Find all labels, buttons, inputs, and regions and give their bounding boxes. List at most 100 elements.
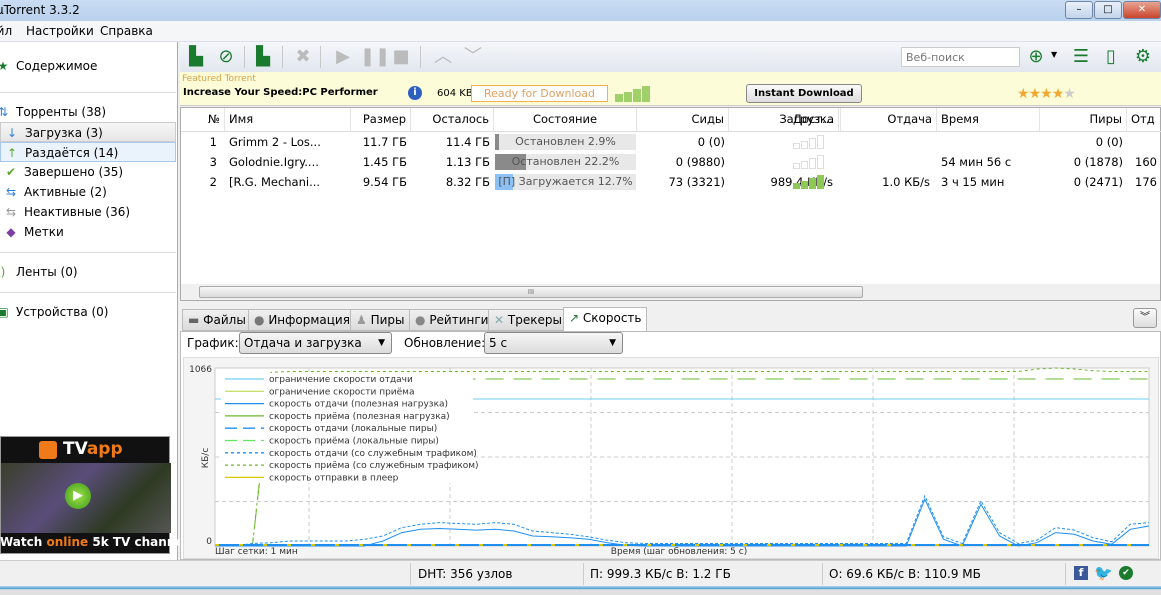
twitter-icon[interactable]: 🐦 bbox=[1094, 564, 1113, 582]
trackers-icon: ✕ bbox=[494, 313, 505, 327]
divider bbox=[410, 563, 411, 585]
tab-speed[interactable]: ↗ Скорость bbox=[563, 307, 648, 331]
column-header[interactable]: Отдача bbox=[841, 108, 937, 131]
start-icon[interactable]: ▶ bbox=[330, 46, 356, 68]
move-down-icon[interactable]: ﹀ bbox=[460, 46, 486, 68]
legend-entry: скорость приёма (локальные пиры) bbox=[269, 437, 439, 447]
info-icon[interactable]: i bbox=[408, 86, 422, 100]
stop-icon[interactable]: ■ bbox=[388, 46, 414, 68]
sidebar-item-torrents[interactable]: ⇅ Торренты (38) bbox=[0, 102, 172, 122]
tab-trackers[interactable]: ✕ Трекеры bbox=[488, 309, 568, 331]
tab-label: Пиры bbox=[370, 313, 405, 327]
column-header[interactable]: Состояние bbox=[494, 108, 637, 131]
sidebar-item-2[interactable]: ✔ Завершено (35) bbox=[0, 162, 176, 182]
close-button[interactable]: ✕ bbox=[1123, 1, 1161, 19]
tab-peers[interactable]: ♟ Пиры bbox=[350, 309, 411, 331]
star-icon: ★ bbox=[1017, 86, 1030, 102]
column-header[interactable]: Пиры bbox=[1040, 108, 1127, 131]
device-icon: ▣ bbox=[0, 305, 9, 319]
tab-ratings[interactable]: ● Рейтинги bbox=[409, 309, 495, 331]
table-row[interactable]: 2 [R.G. Mechani... 9.54 ГБ 8.32 ГБ [П] Загру… bbox=[181, 172, 1161, 192]
table-row[interactable]: 1 Grimm 2 - Los... 11.7 ГБ 11.4 ГБ Остановле… bbox=[181, 132, 1161, 152]
menu-help[interactable]: Справка bbox=[100, 24, 153, 38]
chevron-down-icon[interactable]: ▼ bbox=[1051, 50, 1057, 59]
search-engine-globe-icon[interactable]: ⊕ bbox=[1023, 46, 1049, 68]
state-label: Остановлен 2.9% bbox=[515, 135, 616, 148]
add-torrent-icon[interactable]: ▙ bbox=[183, 46, 209, 68]
tab-files[interactable]: ▬ Файлы bbox=[182, 309, 252, 331]
move-up-icon[interactable]: ︿ bbox=[430, 46, 456, 68]
column-header[interactable]: Размер bbox=[351, 108, 411, 131]
sidebar-item-content[interactable]: ★ Содержимое bbox=[0, 56, 172, 76]
connection-ok-icon[interactable]: ✔ bbox=[1119, 566, 1133, 580]
horizontal-scrollbar[interactable]: III bbox=[181, 284, 1160, 300]
tvapp-ad-banner[interactable]: TVapp ▶ Watch online 5k TV channels! bbox=[0, 436, 200, 554]
graph-type-select[interactable]: Отдача и загрузка ▼ bbox=[239, 332, 392, 354]
add-torrent-url-icon[interactable]: ⊘ bbox=[213, 46, 239, 68]
y-axis-label: КБ/с bbox=[201, 448, 211, 469]
web-search-input[interactable] bbox=[901, 47, 1020, 67]
cell-time bbox=[937, 132, 1040, 152]
sidebar-item-1[interactable]: ↑ Раздаётся (14) bbox=[0, 142, 176, 162]
sidebar-item-label: Торренты (38) bbox=[16, 105, 107, 119]
y-tick-label: 0 bbox=[206, 537, 212, 547]
update-interval-select[interactable]: 5 с ▼ bbox=[484, 332, 623, 354]
column-header[interactable]: № bbox=[181, 108, 225, 131]
remote-device-icon[interactable]: ▯ bbox=[1098, 46, 1124, 68]
remove-icon[interactable]: ✖ bbox=[290, 46, 316, 68]
legend-entry: скорость отдачи (со служебным трафиком) bbox=[269, 449, 477, 459]
table-row[interactable]: 3 Golodnie.Igry.... 1.45 ГБ 1.13 ГБ Остановл… bbox=[181, 152, 1161, 172]
menu-settings[interactable]: Настройки bbox=[26, 24, 94, 38]
cell-ratio: 176 bbox=[1135, 175, 1157, 189]
cell-peers: 0 (2471) bbox=[1073, 175, 1123, 189]
column-header[interactable]: Имя bbox=[225, 108, 351, 131]
column-header[interactable]: Осталось bbox=[411, 108, 494, 131]
minimize-button[interactable]: – bbox=[1065, 1, 1093, 19]
column-header[interactable]: Время bbox=[937, 108, 1040, 131]
sidebar-item-5[interactable]: ◆ Метки bbox=[0, 222, 176, 242]
tab-label: Файлы bbox=[203, 313, 246, 327]
sidebar-item-label: Неактивные (36) bbox=[24, 205, 131, 219]
column-header[interactable]: Отд bbox=[1127, 108, 1161, 131]
sidebar-item-0[interactable]: ↓ Загрузка (3) bbox=[0, 122, 176, 142]
tab-info[interactable]: ● Информация bbox=[248, 309, 356, 331]
menu-file[interactable]: Файл bbox=[0, 24, 12, 38]
settings-gear-icon[interactable]: ⚙ bbox=[1130, 46, 1156, 68]
cell-peers: 0 (1878) bbox=[1073, 155, 1123, 169]
list-view-icon[interactable]: ☰ bbox=[1068, 46, 1094, 68]
featured-title[interactable]: Increase Your Speed:PC Performer bbox=[183, 87, 378, 98]
star-icon: ★ bbox=[1040, 86, 1053, 102]
title-bar: µTorrent 3.3.2 – □ ✕ bbox=[0, 0, 1161, 21]
divider bbox=[244, 46, 245, 68]
divider bbox=[320, 46, 321, 68]
progress-bar: Остановлен 2.9% bbox=[495, 134, 636, 150]
ad-brand-app: app bbox=[86, 439, 123, 459]
category-icon: ↑ bbox=[6, 146, 18, 160]
legend-entry: ограничение скорости отдачи bbox=[269, 375, 413, 385]
availability-bar bbox=[801, 161, 808, 169]
ad-image: ▶ bbox=[1, 463, 171, 533]
category-icon: ⇆ bbox=[5, 185, 17, 199]
cell-seeds: 73 (3321) bbox=[668, 175, 725, 189]
create-torrent-icon[interactable]: ▙ bbox=[250, 46, 276, 68]
scrollbar-thumb[interactable]: III bbox=[199, 286, 863, 298]
column-header[interactable]: Сиды bbox=[637, 108, 729, 131]
collapse-panel-button[interactable]: ︾ bbox=[1133, 308, 1157, 328]
cell-name: [R.G. Mechani... bbox=[229, 175, 321, 189]
sidebar-item-devices[interactable]: ▣ Устройства (0) bbox=[0, 302, 172, 322]
toolbar: ▙ ⊘ ▙ ✖ ▶ ❚❚ ■ ︿ ﹀ ⊕ ▼ ☰ ▯ ⚙ bbox=[180, 42, 1161, 72]
sidebar-item-3[interactable]: ⇆ Активные (2) bbox=[0, 182, 176, 202]
availability-bars bbox=[793, 155, 825, 169]
grid-step-label: Шаг сетки: 1 мин bbox=[215, 547, 298, 557]
sidebar-item-4[interactable]: ⇆ Неактивные (36) bbox=[0, 202, 176, 222]
facebook-icon[interactable]: f bbox=[1074, 566, 1088, 580]
column-header[interactable]: Дост... bbox=[789, 108, 841, 131]
divider bbox=[583, 563, 584, 585]
maximize-button[interactable]: □ bbox=[1094, 1, 1122, 19]
category-icon: ✔ bbox=[5, 165, 17, 179]
sidebar-item-feeds[interactable]: ) Ленты (0) bbox=[0, 262, 172, 282]
instant-download-button[interactable]: Instant Download bbox=[746, 84, 862, 103]
pause-icon[interactable]: ❚❚ bbox=[360, 46, 390, 68]
cell-time: 3 ч 15 мин bbox=[941, 175, 1005, 189]
cell-size: 11.7 ГБ bbox=[362, 135, 407, 149]
